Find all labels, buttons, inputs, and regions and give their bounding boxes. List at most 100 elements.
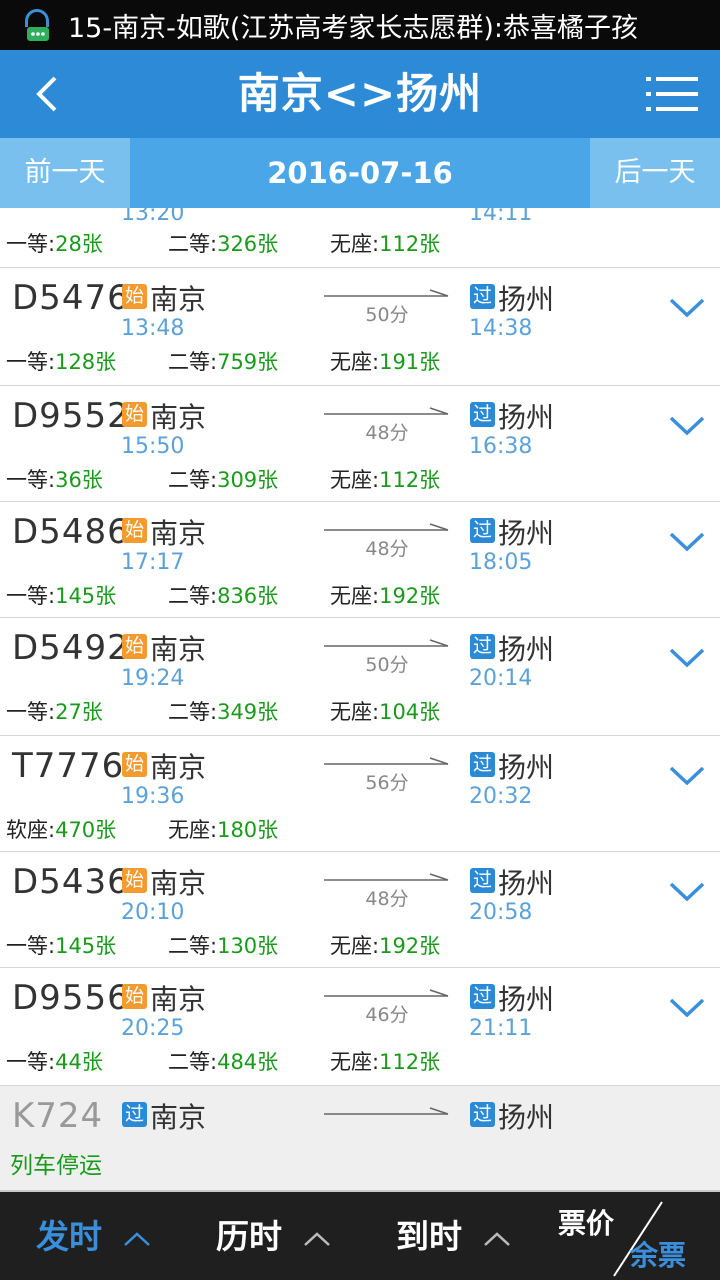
train-row[interactable]: D9556 始南京 20:25 46分 过扬州 21:11 一等:44张 二等:484张 无座:… (0, 968, 720, 1086)
to-station: 扬州 (498, 401, 555, 434)
chevron-down-icon[interactable] (668, 764, 706, 788)
train-number: D9552 (12, 396, 130, 436)
seat-second-class: 二等:759张 (168, 350, 279, 374)
train-number: D5476 (12, 278, 130, 318)
arrive-time: 20:32 (469, 784, 533, 809)
seat-second-class: 二等:349张 (168, 700, 279, 724)
train-list[interactable]: 13:20 14:11 一等:28张 二等:326张 无座:112张 D5476… (0, 208, 720, 1190)
next-day-button[interactable]: 后一天 (590, 138, 720, 208)
origin-badge: 始 (122, 284, 147, 309)
passing-badge: 过 (470, 634, 495, 659)
passing-badge: 过 (470, 284, 495, 309)
sort-duration-label: 历时 (216, 1217, 282, 1256)
arrive-time: 20:58 (469, 900, 533, 925)
seat-first-class: 一等:128张 (6, 350, 117, 374)
seat-no-seat: 无座:112张 (330, 232, 441, 256)
seat-no-seat: 无座:104张 (330, 700, 441, 724)
chevron-down-icon[interactable] (668, 414, 706, 438)
origin-badge: 始 (122, 518, 147, 543)
prev-day-button[interactable]: 前一天 (0, 138, 130, 208)
chevron-left-icon (36, 76, 57, 112)
seat-no-seat: 无座:192张 (330, 934, 441, 958)
duration: 50分 (365, 654, 409, 676)
origin-badge: 始 (122, 984, 147, 1009)
notification-text: 15-南京-如歌(江苏高考家长志愿群):恭喜橘子孩 (68, 12, 639, 44)
seat-first-class: 一等:145张 (6, 584, 117, 608)
selected-date[interactable]: 2016-07-16 (130, 138, 590, 208)
from-station: 南京 (150, 983, 207, 1016)
menu-button[interactable] (642, 68, 702, 120)
train-row[interactable]: D9552 始南京 15:50 48分 过扬州 16:38 一等:36张 二等:309张 无座:… (0, 386, 720, 502)
sort-by-duration-button[interactable]: 历时 (216, 1192, 332, 1280)
chevron-down-icon[interactable] (668, 996, 706, 1020)
chevron-down-icon[interactable] (668, 530, 706, 554)
to-station: 扬州 (498, 283, 555, 316)
passing-badge: 过 (470, 518, 495, 543)
chevron-up-icon (483, 1231, 510, 1246)
train-row-suspended[interactable]: K724 过 南京 过 扬州 列车停运 (0, 1086, 720, 1190)
train-row[interactable]: D5436 始南京 20:10 48分 过扬州 20:58 一等:145张 二等:130张 无座… (0, 852, 720, 968)
depart-time: 17:17 (121, 550, 185, 575)
chevron-up-icon (303, 1231, 330, 1246)
sort-by-arrive-button[interactable]: 到时 (396, 1192, 512, 1280)
passing-badge: 过 (470, 1102, 495, 1127)
train-row-partial[interactable]: 13:20 14:11 一等:28张 二等:326张 无座:112张 (0, 208, 720, 268)
duration: 50分 (365, 304, 409, 326)
depart-time: 13:48 (121, 316, 185, 341)
chat-app-icon (16, 4, 58, 46)
back-button[interactable] (18, 66, 74, 122)
train-row[interactable]: T7776 始南京 19:36 56分 过扬州 20:32 软座:470张 无座:180张 (0, 736, 720, 852)
seat-no-seat: 无座:192张 (330, 584, 441, 608)
chevron-down-icon[interactable] (668, 880, 706, 904)
train-number: D5486 (12, 512, 130, 552)
app-header: 南京<>扬州 (0, 50, 720, 138)
duration: 56分 (365, 772, 409, 794)
seat-no-seat: 无座:191张 (330, 350, 441, 374)
seat-second-class: 二等:484张 (168, 1050, 279, 1074)
from-station: 南京 (150, 517, 207, 550)
duration: 46分 (365, 1004, 409, 1026)
origin-badge: 始 (122, 752, 147, 777)
train-number: T7776 (12, 746, 125, 786)
list-menu-icon (646, 77, 698, 111)
seat-second-class: 二等:130张 (168, 934, 279, 958)
sort-remain-label: 余票 (630, 1239, 687, 1272)
notification-bar[interactable]: 15-南京-如歌(江苏高考家长志愿群):恭喜橘子孩 (0, 0, 720, 50)
from-station: 南京 (150, 401, 207, 434)
sort-arrive-label: 到时 (396, 1217, 462, 1256)
arrow-icon (324, 1107, 449, 1115)
chevron-down-icon[interactable] (668, 646, 706, 670)
to-station: 扬州 (498, 1101, 555, 1134)
train-number: D5436 (12, 862, 130, 902)
train-number: D9556 (12, 978, 130, 1018)
seat-second-class: 二等:326张 (168, 232, 279, 256)
origin-badge: 始 (122, 634, 147, 659)
from-station: 南京 (150, 1101, 207, 1134)
to-station: 扬州 (498, 867, 555, 900)
seat-first-class: 一等:36张 (6, 468, 103, 492)
chevron-down-icon[interactable] (668, 296, 706, 320)
train-row[interactable]: D5486 始南京 17:17 48分 过扬州 18:05 一等:145张 二等:836张 无座… (0, 502, 720, 618)
from-station: 南京 (150, 751, 207, 784)
seat-soft: 软座:470张 (6, 818, 117, 842)
sort-by-depart-button[interactable]: 发时 (36, 1192, 152, 1280)
seat-first-class: 一等:44张 (6, 1050, 103, 1074)
to-station: 扬州 (498, 633, 555, 666)
seat-no-seat: 无座:112张 (330, 468, 441, 492)
train-row[interactable]: D5492 始南京 19:24 50分 过扬州 20:14 一等:27张 二等:349张 无座:… (0, 618, 720, 736)
from-station: 南京 (150, 633, 207, 666)
duration: 48分 (365, 888, 409, 910)
sort-depart-label: 发时 (36, 1217, 102, 1256)
seat-no-seat: 无座:112张 (330, 1050, 441, 1074)
seat-first-class: 一等:28张 (6, 232, 103, 256)
seat-second-class: 二等:836张 (168, 584, 279, 608)
passing-badge: 过 (470, 402, 495, 427)
arrive-time: 14:38 (469, 316, 533, 341)
suspended-status: 列车停运 (10, 1153, 102, 1179)
arrive-time: 18:05 (469, 550, 533, 575)
origin-badge: 始 (122, 402, 147, 427)
sort-price-label: 票价 (558, 1207, 615, 1240)
train-row[interactable]: D5476 始南京 13:48 50分 过扬州 14:38 一等:128张 二等:759张 无座… (0, 268, 720, 386)
arrive-time: 16:38 (469, 434, 533, 459)
depart-time: 15:50 (121, 434, 185, 459)
